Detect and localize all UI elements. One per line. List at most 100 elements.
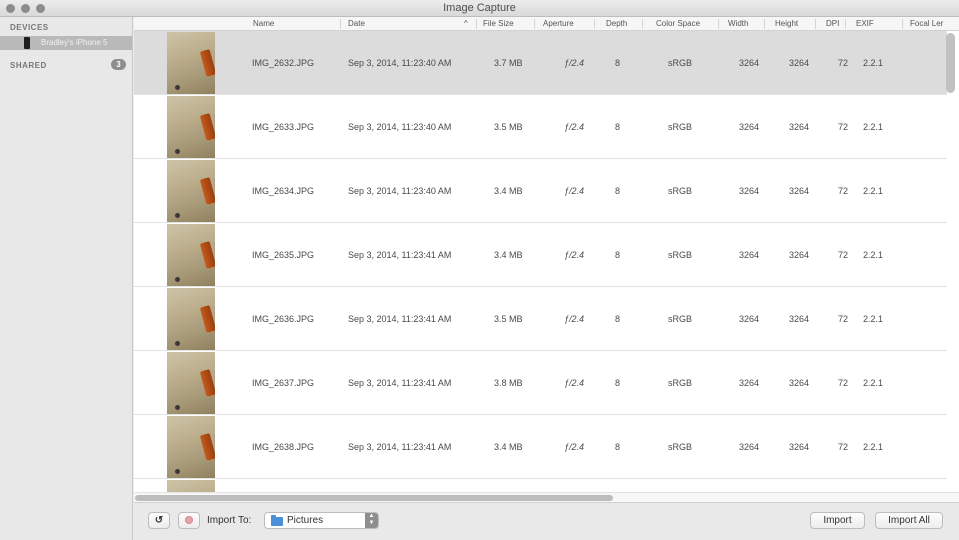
import-destination-select[interactable]: Pictures ▲ ▼	[264, 512, 379, 529]
cell-name: IMG_2632.JPG	[252, 58, 315, 68]
image-thumbnail[interactable]	[167, 288, 215, 350]
table-row[interactable]: IMG_2638.JPG Sep 3, 2014, 11:23:41 AM 3.…	[134, 415, 947, 479]
column-header-aperture[interactable]: Aperture	[543, 19, 574, 28]
sidebar: DEVICES Bradley's iPhone 5 SHARED 3	[0, 17, 133, 540]
image-thumbnail[interactable]	[167, 160, 215, 222]
cell-file-size: 3.8 MB	[494, 378, 523, 388]
cell-depth: 8	[615, 442, 621, 452]
table-row[interactable]: IMG_2633.JPG Sep 3, 2014, 11:23:40 AM 3.…	[134, 95, 947, 159]
cell-exif: 2.2.1	[863, 314, 884, 324]
image-thumbnail[interactable]	[167, 32, 215, 94]
delete-button[interactable]	[178, 512, 200, 529]
sidebar-item-device[interactable]: Bradley's iPhone 5	[0, 36, 132, 50]
window-title: Image Capture	[443, 2, 516, 14]
cell-dpi: 72	[838, 186, 849, 196]
cell-exif: 2.2.1	[863, 442, 884, 452]
column-separator	[594, 19, 595, 29]
cell-depth: 8	[615, 122, 621, 132]
column-separator	[718, 19, 719, 29]
cell-height: 3264	[789, 58, 810, 68]
column-header-color-space[interactable]: Color Space	[656, 19, 700, 28]
cell-date: Sep 3, 2014, 11:23:41 AM	[348, 442, 452, 452]
column-header-width[interactable]: Width	[728, 19, 748, 28]
cell-date: Sep 3, 2014, 11:23:41 AM	[348, 250, 452, 260]
folder-icon	[271, 515, 283, 526]
cell-height: 3264	[789, 314, 810, 324]
image-thumbnail[interactable]	[167, 352, 215, 414]
column-header-height[interactable]: Height	[775, 19, 798, 28]
image-thumbnail[interactable]	[167, 96, 215, 158]
image-table: Name Date ^ File Size Aperture Depth Col…	[134, 17, 959, 492]
import-all-button[interactable]: Import All	[875, 512, 943, 529]
cell-date: Sep 3, 2014, 11:23:40 AM	[348, 122, 452, 132]
cell-name: IMG_2638.JPG	[252, 442, 315, 452]
table-row[interactable]: IMG_2632.JPG Sep 3, 2014, 11:23:40 AM 3.…	[134, 31, 947, 95]
device-name: Bradley's iPhone 5	[41, 38, 108, 47]
column-header-dpi[interactable]: DPI	[826, 19, 839, 28]
shared-count-badge[interactable]: 3	[111, 59, 126, 70]
cell-width: 3264	[739, 58, 760, 68]
column-separator	[845, 19, 846, 29]
cell-date: Sep 3, 2014, 11:23:41 AM	[348, 378, 452, 388]
column-separator	[764, 19, 765, 29]
table-row[interactable]: IMG_2634.JPG Sep 3, 2014, 11:23:40 AM 3.…	[134, 159, 947, 223]
horizontal-scrollbar[interactable]	[135, 495, 613, 501]
cell-date: Sep 3, 2014, 11:23:40 AM	[348, 186, 452, 196]
column-separator	[340, 19, 341, 29]
column-separator	[815, 19, 816, 29]
column-separator	[642, 19, 643, 29]
sort-ascending-icon: ^	[464, 19, 468, 28]
cell-height: 3264	[789, 250, 810, 260]
image-thumbnail[interactable]	[167, 416, 215, 478]
cell-width: 3264	[739, 186, 760, 196]
cell-height: 3264	[789, 186, 810, 196]
cell-name: IMG_2637.JPG	[252, 378, 315, 388]
cell-depth: 8	[615, 378, 621, 388]
cell-aperture: ƒ/2.4	[564, 250, 585, 260]
vertical-scrollbar[interactable]	[946, 33, 955, 93]
cell-dpi: 72	[838, 314, 849, 324]
cell-height: 3264	[789, 378, 810, 388]
column-header-date[interactable]: Date	[348, 19, 365, 28]
import-button[interactable]: Import	[810, 512, 865, 529]
cell-color-space: sRGB	[668, 442, 693, 452]
rotate-icon: ↺	[154, 515, 164, 526]
cell-name: IMG_2636.JPG	[252, 314, 315, 324]
table-row[interactable]: IMG_2637.JPG Sep 3, 2014, 11:23:41 AM 3.…	[134, 351, 947, 415]
cell-aperture: ƒ/2.4	[564, 314, 585, 324]
cell-depth: 8	[615, 186, 621, 196]
column-header-file-size[interactable]: File Size	[483, 19, 514, 28]
cell-dpi: 72	[838, 442, 849, 452]
cell-name: IMG_2635.JPG	[252, 250, 315, 260]
column-header-name[interactable]: Name	[253, 19, 274, 28]
cell-file-size: 3.4 MB	[494, 442, 523, 452]
cell-aperture: ƒ/2.4	[564, 378, 585, 388]
image-thumbnail[interactable]	[167, 480, 215, 492]
table-row[interactable]: IMG_2636.JPG Sep 3, 2014, 11:23:41 AM 3.…	[134, 287, 947, 351]
destination-value: Pictures	[287, 515, 324, 526]
cell-exif: 2.2.1	[863, 58, 884, 68]
rotate-button[interactable]: ↺	[148, 512, 170, 529]
cell-file-size: 3.5 MB	[494, 122, 523, 132]
cell-height: 3264	[789, 122, 810, 132]
cell-width: 3264	[739, 378, 760, 388]
cell-color-space: sRGB	[668, 378, 693, 388]
window-titlebar: Image Capture	[0, 0, 959, 17]
table-header: Name Date ^ File Size Aperture Depth Col…	[134, 17, 959, 31]
image-thumbnail[interactable]	[167, 224, 215, 286]
column-header-depth[interactable]: Depth	[606, 19, 627, 28]
cell-name: IMG_2634.JPG	[252, 186, 315, 196]
column-header-focal-length[interactable]: Focal Ler	[910, 19, 943, 28]
column-header-exif[interactable]: EXIF	[856, 19, 874, 28]
cell-aperture: ƒ/2.4	[564, 58, 585, 68]
cell-color-space: sRGB	[668, 58, 693, 68]
devices-heading: DEVICES	[10, 23, 49, 32]
cell-exif: 2.2.1	[863, 122, 884, 132]
cell-width: 3264	[739, 442, 760, 452]
table-row[interactable]: IMG_2635.JPG Sep 3, 2014, 11:23:41 AM 3.…	[134, 223, 947, 287]
cell-aperture: ƒ/2.4	[564, 186, 585, 196]
table-row-partial[interactable]	[134, 479, 947, 492]
cell-color-space: sRGB	[668, 186, 693, 196]
cell-width: 3264	[739, 122, 760, 132]
cell-dpi: 72	[838, 58, 849, 68]
